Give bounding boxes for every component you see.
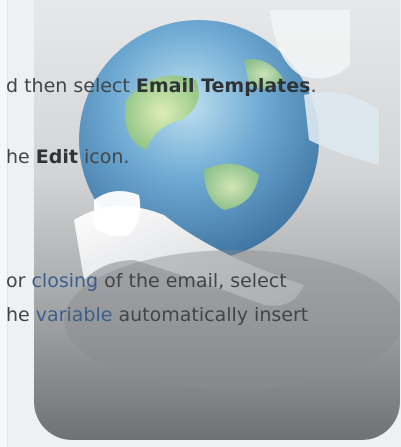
- instruction-text: he: [6, 304, 36, 326]
- instruction-text: of the email, select: [98, 270, 287, 292]
- instruction-text: .: [310, 75, 317, 97]
- instruction-step: he Edit icon.: [6, 145, 129, 169]
- instruction-text: or: [6, 270, 32, 292]
- instruction-step: or closing of the email, select: [6, 269, 287, 293]
- instruction-text: d then select: [6, 75, 136, 97]
- instruction-step: he variable automatically insert: [6, 303, 308, 327]
- instruction-text: icon.: [77, 146, 130, 168]
- page: d then select Email Templates. he Edit i…: [0, 0, 401, 447]
- closing-term: closing: [31, 270, 99, 292]
- variable-term: variable: [35, 304, 113, 326]
- edit-label: Edit: [35, 146, 78, 168]
- instruction-step: d then select Email Templates.: [6, 74, 316, 98]
- instruction-text: he: [6, 146, 36, 168]
- instruction-text: automatically insert: [112, 304, 309, 326]
- email-templates-label: Email Templates: [135, 75, 311, 97]
- instructions: d then select Email Templates. he Edit i…: [0, 0, 401, 447]
